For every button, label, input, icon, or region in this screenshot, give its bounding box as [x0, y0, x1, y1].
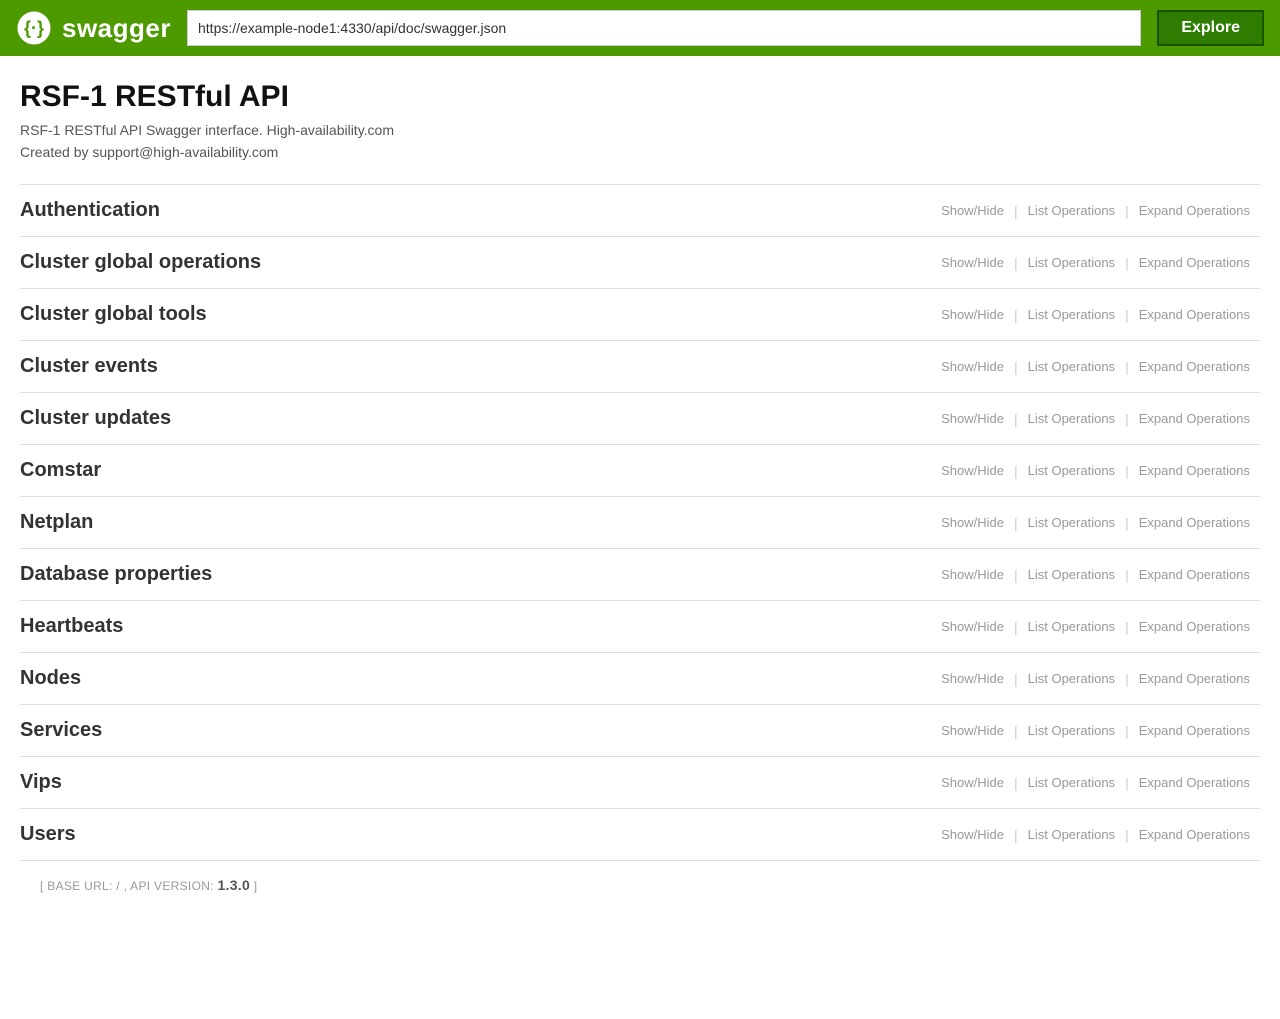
section-name[interactable]: Cluster updates [20, 407, 931, 430]
expand-operations-link[interactable]: Expand Operations [1129, 567, 1260, 582]
api-section: Cluster events Show/Hide | List Operatio… [20, 340, 1260, 392]
section-name[interactable]: Comstar [20, 459, 931, 482]
section-name[interactable]: Authentication [20, 199, 931, 222]
show-hide-link[interactable]: Show/Hide [931, 515, 1014, 530]
show-hide-link[interactable]: Show/Hide [931, 619, 1014, 634]
list-operations-link[interactable]: List Operations [1018, 723, 1125, 738]
expand-operations-link[interactable]: Expand Operations [1129, 411, 1260, 426]
list-operations-link[interactable]: List Operations [1018, 411, 1125, 426]
expand-operations-link[interactable]: Expand Operations [1129, 307, 1260, 322]
show-hide-link[interactable]: Show/Hide [931, 671, 1014, 686]
list-operations-link[interactable]: List Operations [1018, 775, 1125, 790]
show-hide-link[interactable]: Show/Hide [931, 723, 1014, 738]
logo-text: swagger [62, 13, 171, 44]
section-actions: Show/Hide | List Operations | Expand Ope… [931, 827, 1260, 843]
section-name[interactable]: Users [20, 823, 931, 846]
api-description: RSF-1 RESTful API Swagger interface. Hig… [20, 122, 1260, 138]
section-actions: Show/Hide | List Operations | Expand Ope… [931, 775, 1260, 791]
section-actions: Show/Hide | List Operations | Expand Ope… [931, 515, 1260, 531]
logo-container: {·} swagger [16, 10, 171, 46]
show-hide-link[interactable]: Show/Hide [931, 359, 1014, 374]
api-section: Heartbeats Show/Hide | List Operations |… [20, 600, 1260, 652]
list-operations-link[interactable]: List Operations [1018, 463, 1125, 478]
expand-operations-link[interactable]: Expand Operations [1129, 515, 1260, 530]
api-section: Vips Show/Hide | List Operations | Expan… [20, 756, 1260, 808]
show-hide-link[interactable]: Show/Hide [931, 827, 1014, 842]
section-actions: Show/Hide | List Operations | Expand Ope… [931, 411, 1260, 427]
footer-api-version: 1.3.0 [217, 877, 250, 893]
footer-close: ] [250, 879, 257, 893]
svg-text:{·}: {·} [24, 18, 44, 38]
section-actions: Show/Hide | List Operations | Expand Ope… [931, 307, 1260, 323]
section-actions: Show/Hide | List Operations | Expand Ope… [931, 619, 1260, 635]
api-section: Services Show/Hide | List Operations | E… [20, 704, 1260, 756]
swagger-logo-icon: {·} [16, 10, 52, 46]
expand-operations-link[interactable]: Expand Operations [1129, 359, 1260, 374]
list-operations-link[interactable]: List Operations [1018, 567, 1125, 582]
section-actions: Show/Hide | List Operations | Expand Ope… [931, 359, 1260, 375]
expand-operations-link[interactable]: Expand Operations [1129, 203, 1260, 218]
show-hide-link[interactable]: Show/Hide [931, 307, 1014, 322]
expand-operations-link[interactable]: Expand Operations [1129, 723, 1260, 738]
list-operations-link[interactable]: List Operations [1018, 307, 1125, 322]
api-section: Users Show/Hide | List Operations | Expa… [20, 808, 1260, 861]
section-actions: Show/Hide | List Operations | Expand Ope… [931, 463, 1260, 479]
section-name[interactable]: Database properties [20, 563, 931, 586]
expand-operations-link[interactable]: Expand Operations [1129, 463, 1260, 478]
section-name[interactable]: Heartbeats [20, 615, 931, 638]
api-url-input[interactable] [187, 10, 1141, 46]
sections-list: Authentication Show/Hide | List Operatio… [20, 184, 1260, 861]
show-hide-link[interactable]: Show/Hide [931, 203, 1014, 218]
api-section: Comstar Show/Hide | List Operations | Ex… [20, 444, 1260, 496]
api-section: Cluster updates Show/Hide | List Operati… [20, 392, 1260, 444]
section-name[interactable]: Cluster events [20, 355, 931, 378]
explore-button[interactable]: Explore [1157, 10, 1264, 46]
show-hide-link[interactable]: Show/Hide [931, 255, 1014, 270]
list-operations-link[interactable]: List Operations [1018, 359, 1125, 374]
api-section: Nodes Show/Hide | List Operations | Expa… [20, 652, 1260, 704]
show-hide-link[interactable]: Show/Hide [931, 775, 1014, 790]
list-operations-link[interactable]: List Operations [1018, 671, 1125, 686]
show-hide-link[interactable]: Show/Hide [931, 567, 1014, 582]
section-name[interactable]: Netplan [20, 511, 931, 534]
expand-operations-link[interactable]: Expand Operations [1129, 619, 1260, 634]
section-actions: Show/Hide | List Operations | Expand Ope… [931, 567, 1260, 583]
api-section: Database properties Show/Hide | List Ope… [20, 548, 1260, 600]
api-section: Cluster global tools Show/Hide | List Op… [20, 288, 1260, 340]
api-section: Authentication Show/Hide | List Operatio… [20, 184, 1260, 236]
api-contact: Created by support@high-availability.com [20, 144, 1260, 160]
list-operations-link[interactable]: List Operations [1018, 203, 1125, 218]
footer-sep: , API VERSION: [120, 879, 218, 893]
expand-operations-link[interactable]: Expand Operations [1129, 255, 1260, 270]
section-name[interactable]: Nodes [20, 667, 931, 690]
expand-operations-link[interactable]: Expand Operations [1129, 775, 1260, 790]
section-actions: Show/Hide | List Operations | Expand Ope… [931, 671, 1260, 687]
footer: [ BASE URL: / , API VERSION: 1.3.0 ] [20, 861, 1260, 909]
section-name[interactable]: Services [20, 719, 931, 742]
app-header: {·} swagger Explore [0, 0, 1280, 56]
show-hide-link[interactable]: Show/Hide [931, 411, 1014, 426]
list-operations-link[interactable]: List Operations [1018, 827, 1125, 842]
section-actions: Show/Hide | List Operations | Expand Ope… [931, 255, 1260, 271]
section-name[interactable]: Cluster global operations [20, 251, 931, 274]
section-actions: Show/Hide | List Operations | Expand Ope… [931, 203, 1260, 219]
list-operations-link[interactable]: List Operations [1018, 255, 1125, 270]
list-operations-link[interactable]: List Operations [1018, 619, 1125, 634]
expand-operations-link[interactable]: Expand Operations [1129, 827, 1260, 842]
list-operations-link[interactable]: List Operations [1018, 515, 1125, 530]
api-section: Netplan Show/Hide | List Operations | Ex… [20, 496, 1260, 548]
show-hide-link[interactable]: Show/Hide [931, 463, 1014, 478]
footer-base-label: [ BASE URL: [40, 879, 116, 893]
section-name[interactable]: Cluster global tools [20, 303, 931, 326]
api-title: RSF-1 RESTful API [20, 80, 1260, 114]
section-name[interactable]: Vips [20, 771, 931, 794]
expand-operations-link[interactable]: Expand Operations [1129, 671, 1260, 686]
main-content: RSF-1 RESTful API RSF-1 RESTful API Swag… [0, 56, 1280, 949]
api-section: Cluster global operations Show/Hide | Li… [20, 236, 1260, 288]
section-actions: Show/Hide | List Operations | Expand Ope… [931, 723, 1260, 739]
